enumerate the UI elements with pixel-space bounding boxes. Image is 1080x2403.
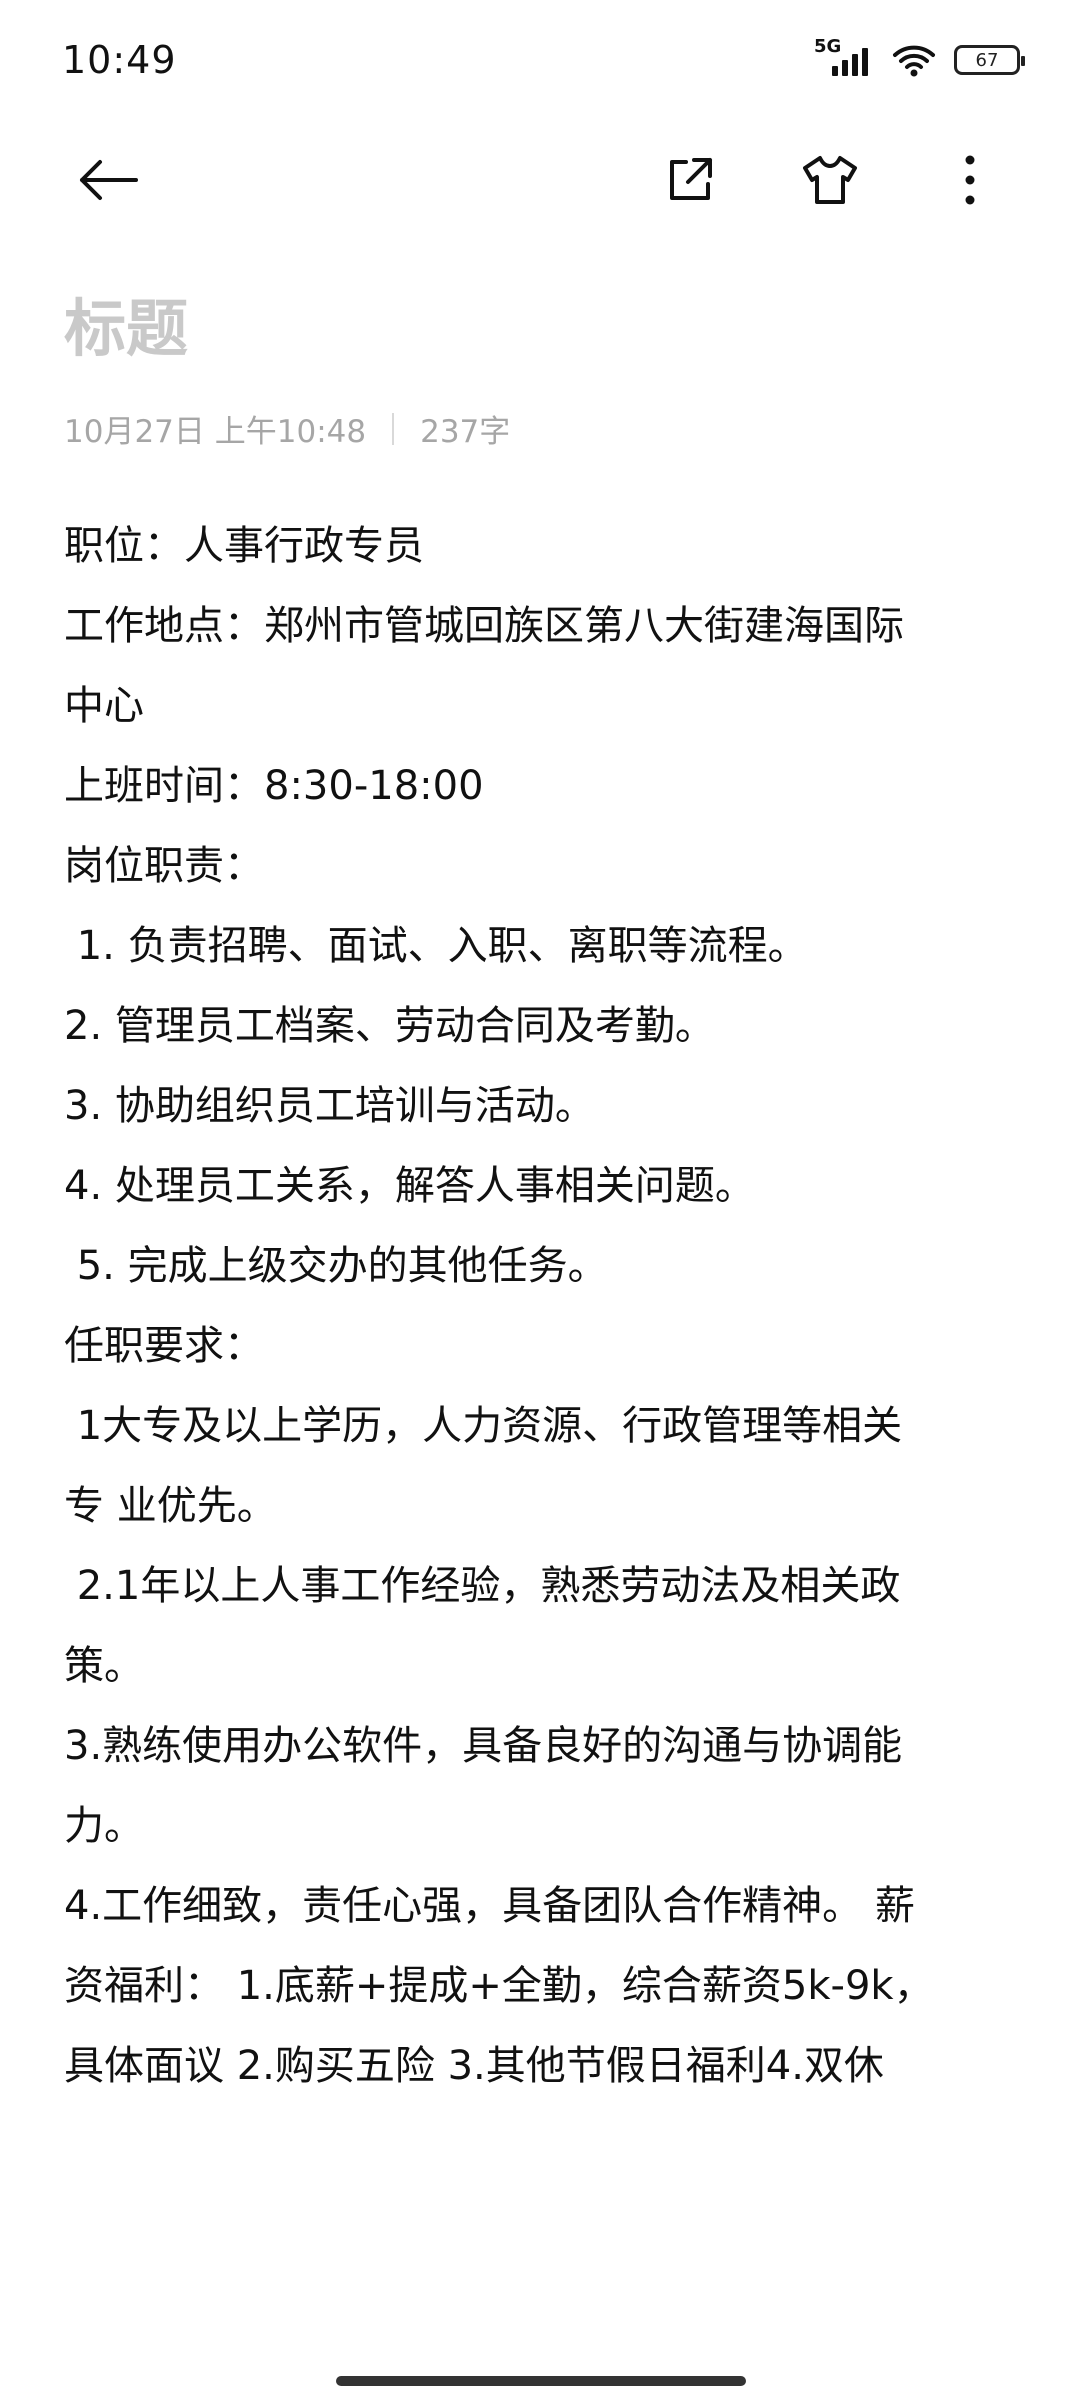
note-line: 1大专及以上学历，人力资源、行政管理等相关 — [64, 1403, 903, 1449]
t-shirt-icon — [803, 156, 857, 204]
note-line: 任职要求： — [64, 1323, 264, 1369]
note-line: 资福利： 1.底薪+提成+全勤，综合薪资5k-9k， — [64, 1963, 934, 2009]
more-button[interactable] — [930, 140, 1010, 220]
note-line: 中心 — [64, 683, 144, 729]
note-line: 2. 管理员工档案、劳动合同及考勤。 — [64, 1003, 715, 1049]
note-line: 策。 — [64, 1643, 144, 1689]
share-export-icon — [670, 158, 712, 200]
more-vertical-icon — [965, 155, 975, 205]
cellular-signal-icon: 5G — [814, 36, 874, 80]
status-icons: 5G 67 — [814, 36, 1025, 80]
status-time: 10:49 — [62, 38, 177, 82]
note-line: 4. 处理员工关系，解答人事相关问题。 — [64, 1163, 755, 1209]
note-meta: 10月27日 上午10:48 237字 — [64, 406, 510, 451]
note-line: 职位：人事行政专员 — [64, 523, 424, 569]
note-word-count: 237字 — [420, 414, 511, 450]
share-button[interactable] — [650, 140, 730, 220]
note-body[interactable]: 职位：人事行政专员 工作地点：郑州市管城回族区第八大街建海国际 中心 上班时间：… — [64, 506, 1024, 2106]
wifi-icon — [892, 43, 936, 77]
note-line: 3.熟练使用办公软件，具备良好的沟通与协调能 — [64, 1723, 903, 1769]
note-line: 5. 完成上级交办的其他任务。 — [64, 1243, 608, 1289]
note-date: 10月27日 上午10:48 — [64, 414, 367, 450]
note-line: 岗位职责： — [64, 843, 264, 889]
theme-button[interactable] — [790, 140, 870, 220]
back-button[interactable] — [68, 140, 148, 220]
note-line: 专 业优先。 — [64, 1483, 277, 1529]
note-toolbar — [0, 140, 1080, 220]
note-line: 具体面议 2.购买五险 3.其他节假日福利4.双休 — [64, 2043, 884, 2089]
note-line: 4.工作细致，责任心强，具备团队合作精神。 薪 — [64, 1883, 915, 1929]
battery-icon: 67 — [954, 45, 1025, 75]
battery-level: 67 — [975, 49, 999, 71]
note-title-placeholder[interactable]: 标题 — [64, 278, 188, 368]
home-indicator[interactable] — [336, 2376, 746, 2386]
note-line: 力。 — [64, 1803, 144, 1849]
back-arrow-icon — [80, 160, 138, 200]
note-line: 工作地点：郑州市管城回族区第八大街建海国际 — [64, 603, 904, 649]
meta-divider — [392, 412, 395, 445]
note-line: 3. 协助组织员工培训与活动。 — [64, 1083, 595, 1129]
note-line: 1. 负责招聘、面试、入职、离职等流程。 — [64, 923, 808, 969]
note-line: 上班时间：8:30-18:00 — [64, 763, 484, 809]
note-line: 2.1年以上人事工作经验，熟悉劳动法及相关政 — [64, 1563, 901, 1609]
status-bar: 10:49 5G 67 — [0, 0, 1080, 120]
